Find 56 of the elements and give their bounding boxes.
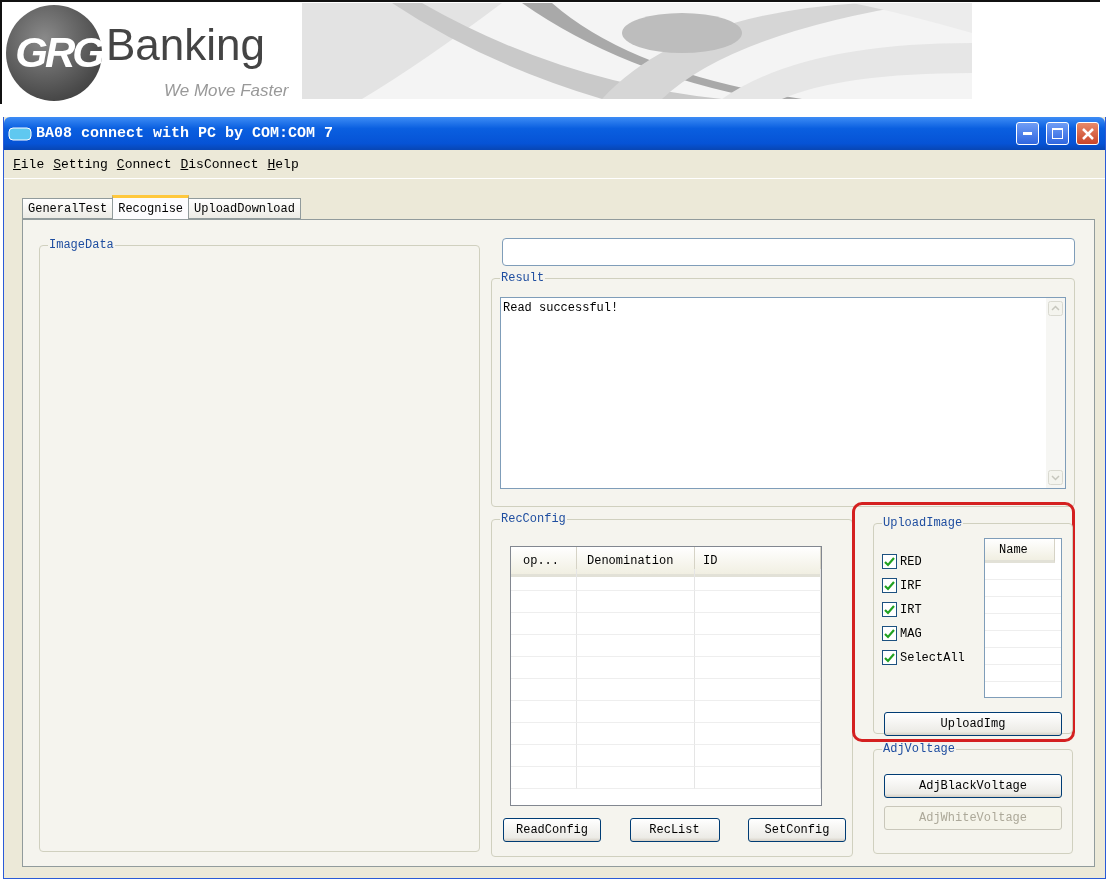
table-cell — [511, 767, 577, 789]
upload-button[interactable]: UploadImg — [884, 712, 1062, 736]
logo-mark: GRG — [6, 5, 102, 101]
slogan: We Move Faster — [164, 81, 289, 101]
table-cell — [511, 723, 577, 745]
menu-item[interactable]: File — [13, 156, 45, 172]
table-cell — [511, 745, 577, 767]
brand-name: Banking — [106, 20, 265, 70]
close-button[interactable] — [1076, 122, 1099, 145]
group-title: Result — [500, 271, 546, 285]
close-icon — [1081, 127, 1094, 140]
group-title: RecConfig — [500, 512, 567, 526]
maximize-icon — [1052, 128, 1063, 139]
menu-item[interactable]: DisConnect — [180, 156, 259, 172]
column-header[interactable]: ID — [695, 547, 821, 577]
checkbox-label[interactable]: RED — [900, 554, 922, 569]
tab[interactable]: Recognise — [112, 195, 190, 219]
config-button[interactable]: SetConfig — [748, 818, 846, 842]
table-cell — [511, 591, 577, 613]
result-text-area[interactable]: Read successful! — [500, 297, 1066, 489]
checkbox[interactable] — [882, 626, 897, 641]
table-cell — [511, 613, 577, 635]
column-header[interactable]: Name — [985, 539, 1055, 563]
window-title: BA08 connect with PC by COM:COM 7 — [36, 125, 335, 142]
checkbox-label[interactable]: MAG — [900, 626, 922, 641]
checkbox[interactable] — [882, 650, 897, 665]
voltage-button[interactable]: AdjBlackVoltage — [884, 774, 1062, 798]
maximize-button[interactable] — [1046, 122, 1069, 145]
tab[interactable]: GeneralTest — [22, 198, 114, 219]
result-text: Read successful! — [502, 300, 620, 317]
input-field[interactable] — [502, 238, 1075, 266]
minimize-icon — [1023, 131, 1032, 136]
checkbox[interactable] — [882, 602, 897, 617]
checkbox-label[interactable]: IRF — [900, 578, 922, 593]
config-button[interactable]: ReadConfig — [503, 818, 601, 842]
table-cell — [511, 701, 577, 723]
menu-item[interactable]: Setting — [53, 156, 108, 172]
checkbox[interactable] — [882, 578, 897, 593]
checkbox-label[interactable]: IRT — [900, 602, 922, 617]
checkbox-label[interactable]: SelectAll — [900, 650, 965, 665]
menu-item[interactable]: Connect — [116, 156, 172, 172]
group-title: AdjVoltage — [882, 742, 956, 756]
minimize-button[interactable] — [1016, 122, 1039, 145]
table-cell — [511, 569, 577, 591]
config-button[interactable]: RecList — [629, 818, 720, 842]
table-cell — [511, 679, 577, 701]
column-header[interactable]: op... — [511, 547, 577, 577]
checkbox[interactable] — [882, 554, 897, 569]
tab[interactable]: UploadDownload — [188, 198, 301, 219]
group-title: UploadImage — [882, 516, 964, 530]
table-cell — [511, 657, 577, 679]
menu-item[interactable]: Help — [267, 156, 299, 172]
column-header[interactable]: Denomination — [577, 547, 695, 577]
group-title: ImageData — [48, 238, 115, 252]
table-cell — [511, 635, 577, 657]
app-icon — [8, 125, 32, 142]
